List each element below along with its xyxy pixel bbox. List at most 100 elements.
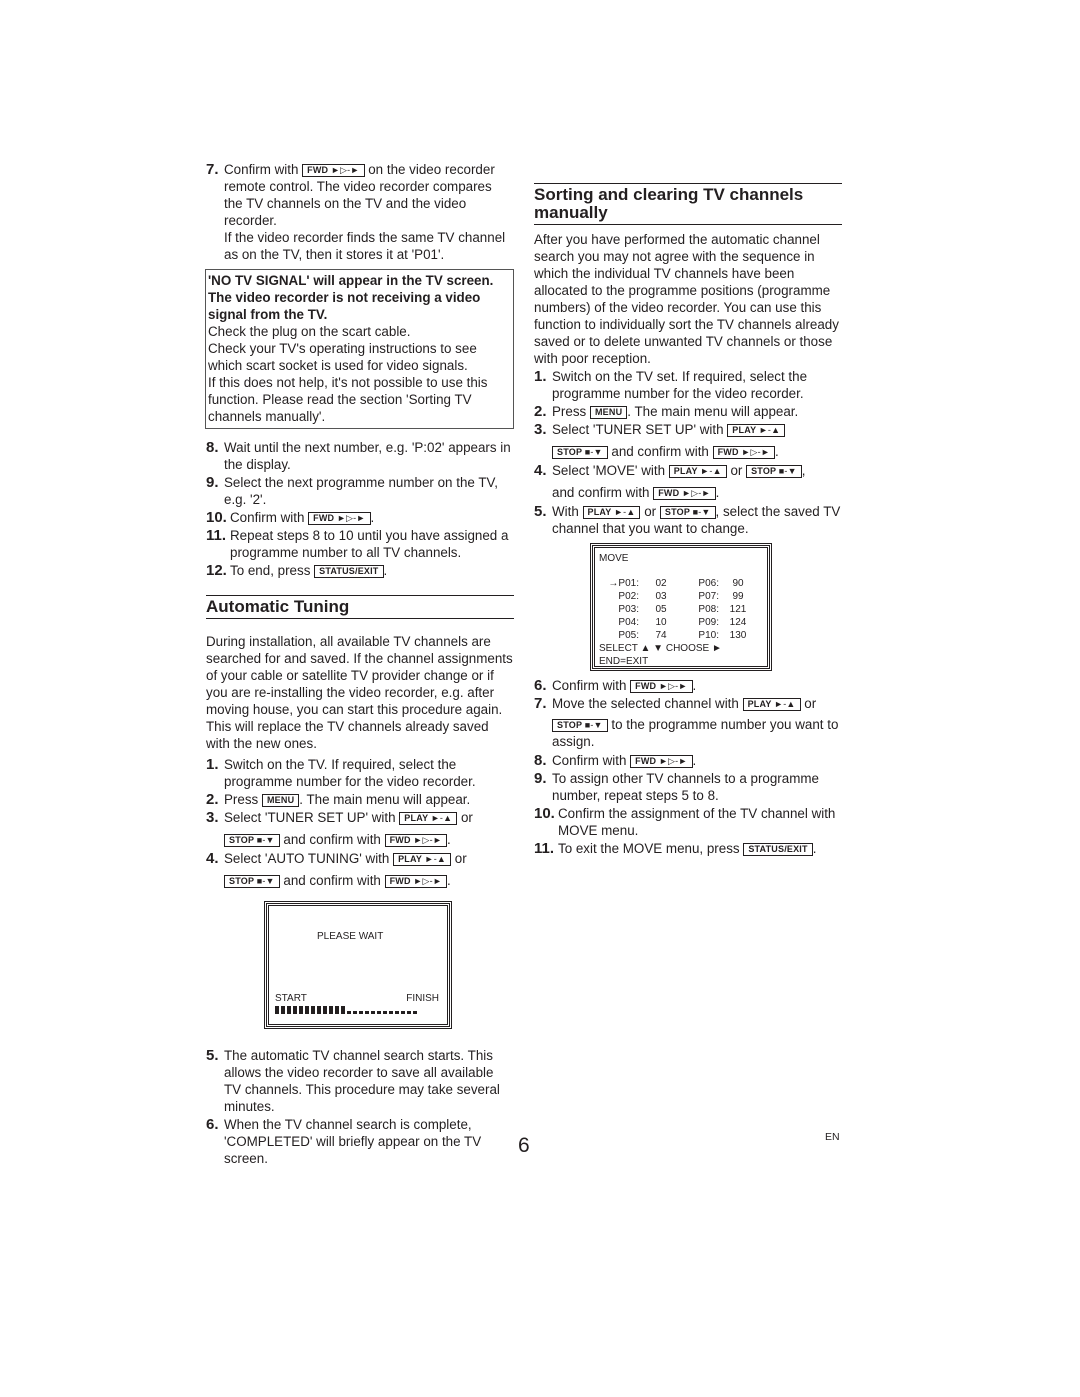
stop-down-icon: ■-▼ (692, 507, 711, 517)
right-column: Sorting and clearing TV channels manuall… (534, 183, 842, 858)
stop-down-icon: ■-▼ (256, 835, 275, 845)
auto-step-5: 5. The automatic TV channel search start… (206, 1047, 500, 1114)
stop-down-icon: ■-▼ (584, 720, 603, 730)
stop-down-icon: ■-▼ (256, 876, 275, 886)
no-signal-note: 'NO TV SIGNAL' will appear in the TV scr… (205, 269, 514, 429)
stop-key: STOP ■-▼ (224, 834, 280, 847)
channel-table: →P01: 02 P06: 90 P02: 03 P07: 99 P03: 05… (599, 577, 751, 642)
play-up-icon: ►-▲ (430, 813, 453, 823)
step-11: 11. Repeat steps 8 to 10 until you have … (206, 527, 509, 560)
progress-segment-empty (413, 1011, 417, 1014)
sort-step-5: 5. With PLAY ►-▲ or STOP ■-▼, select the… (534, 503, 841, 536)
sort-step-10: 10. Confirm the assignment of the TV cha… (534, 805, 836, 838)
fwd-key: FWD ►▷-► (712, 446, 775, 459)
end-exit-hint: END=EXIT (599, 656, 649, 667)
fwd-icon: ►▷-► (413, 835, 442, 845)
progress-segment-empty (401, 1011, 405, 1014)
cursor-arrow-icon: → (608, 578, 619, 589)
stop-key: STOP ■-▼ (659, 506, 716, 519)
progress-segment-empty (407, 1011, 411, 1014)
play-key: PLAY ►-▲ (393, 853, 452, 866)
fwd-key: FWD ►▷-► (630, 755, 693, 768)
fwd-icon: ►▷-► (413, 876, 442, 886)
progress-segment-filled (275, 1006, 279, 1014)
progress-segment-filled (299, 1006, 303, 1014)
menu-key: MENU (589, 406, 628, 419)
channel-row: P03: 05 P08: 121 (618, 604, 747, 615)
auto-step-3: 3. Select 'TUNER SET UP' with PLAY ►-▲ o… (206, 809, 473, 847)
progress-segment-filled (335, 1006, 339, 1014)
play-up-icon: ►-▲ (424, 854, 447, 864)
fwd-key: FWD ►▷-► (384, 834, 447, 847)
progress-segment-filled (281, 1006, 285, 1014)
move-screen-title: MOVE (599, 553, 629, 564)
progress-segment-empty (353, 1011, 357, 1014)
fwd-key: FWD ►▷-► (653, 487, 716, 500)
automatic-tuning-intro: During installation, all available TV ch… (206, 634, 513, 751)
auto-step-4: 4. Select 'AUTO TUNING' with PLAY ►-▲ or… (206, 850, 467, 888)
left-column: 7. Confirm with FWD ►▷-► on the video re… (205, 161, 514, 1168)
auto-step-1: 1. Switch on the TV. If required, select… (206, 756, 476, 789)
play-key: PLAY ►-▲ (742, 698, 801, 711)
language-code: EN (825, 1131, 840, 1143)
step-7: 7. Confirm with FWD ►▷-► on the video re… (206, 161, 506, 262)
sort-step-9: 9. To assign other TV channels to a prog… (534, 770, 819, 803)
menu-key: MENU (261, 794, 300, 807)
play-key: PLAY ►-▲ (582, 506, 641, 519)
stop-key: STOP ■-▼ (552, 446, 608, 459)
sort-step-8: 8. Confirm with FWD ►▷-►. (534, 752, 697, 769)
move-screen: MOVE →P01: 02 P06: 90 P02: 03 P07: 99 P0… (590, 543, 772, 671)
progress-segment-filled (317, 1006, 321, 1014)
auto-step-6: 6. When the TV channel search is complet… (206, 1116, 482, 1166)
fwd-icon: ►▷-► (330, 165, 360, 175)
fwd-icon: ►▷-► (741, 447, 770, 457)
sort-step-7: 7. Move the selected channel with PLAY ►… (534, 695, 839, 749)
select-choose-hint: SELECT ▲ ▼ CHOOSE ► (599, 643, 722, 654)
sort-step-11: 11. To exit the MOVE menu, press STATUS/… (534, 840, 817, 857)
sort-step-2: 2. Press MENU. The main menu will appear… (534, 403, 799, 420)
automatic-tuning-heading: Automatic Tuning (206, 595, 514, 619)
fwd-key: FWD ►▷-► (630, 680, 693, 693)
please-wait-message: PLEASE WAIT (317, 931, 384, 942)
sorting-intro: After you have performed the automatic c… (534, 232, 839, 366)
channel-row: →P01: 02 P06: 90 (608, 578, 744, 589)
channel-row: P04: 10 P09: 124 (618, 617, 747, 628)
play-up-icon: ►-▲ (614, 507, 636, 517)
progress-segment-empty (371, 1011, 375, 1014)
progress-segment-empty (347, 1011, 351, 1014)
step-8: 8. Wait until the next number, e.g. 'P:0… (206, 439, 511, 472)
fwd-icon: ►▷-► (336, 513, 366, 523)
play-up-icon: ►-▲ (700, 466, 722, 476)
please-wait-screen: PLEASE WAIT START FINISH (264, 901, 452, 1029)
progress-segment-filled (311, 1006, 315, 1014)
progress-segment-filled (323, 1006, 327, 1014)
stop-key: STOP ■-▼ (552, 719, 608, 732)
step-10: 10. Confirm with FWD ►▷-►. (206, 509, 375, 526)
fwd-icon: ►▷-► (682, 488, 711, 498)
fwd-key: FWD ►▷-► (384, 875, 447, 888)
stop-down-icon: ■-▼ (584, 447, 603, 457)
fwd-icon: ►▷-► (658, 681, 688, 691)
stop-down-icon: ■-▼ (778, 466, 797, 476)
progress-segment-filled (287, 1006, 291, 1014)
progress-segment-empty (383, 1011, 387, 1014)
stop-key: STOP ■-▼ (224, 875, 280, 888)
progress-start-label: START (275, 993, 307, 1004)
progress-segment-filled (329, 1006, 333, 1014)
stop-key: STOP ■-▼ (746, 465, 802, 478)
channel-row: P02: 03 P07: 99 (618, 591, 744, 602)
sort-step-6: 6. Confirm with FWD ►▷-►. (534, 677, 697, 694)
play-key: PLAY ►-▲ (399, 812, 458, 825)
play-key: PLAY ►-▲ (668, 465, 727, 478)
sort-step-4: 4. Select 'MOVE' with PLAY ►-▲ or STOP ■… (534, 462, 806, 500)
fwd-key: FWD ►▷-► (302, 164, 365, 177)
page-number: 6 (518, 1134, 530, 1157)
play-up-icon: ►-▲ (758, 425, 781, 435)
progress-segment-filled (341, 1006, 345, 1014)
progress-segment-empty (395, 1011, 399, 1014)
fwd-key: FWD ►▷-► (308, 512, 371, 525)
progress-segment-empty (389, 1011, 393, 1014)
note-warning: 'NO TV SIGNAL' will appear in the TV scr… (208, 273, 494, 322)
fwd-icon: ►▷-► (658, 756, 688, 766)
status-exit-key: STATUS/EXIT (743, 843, 813, 856)
